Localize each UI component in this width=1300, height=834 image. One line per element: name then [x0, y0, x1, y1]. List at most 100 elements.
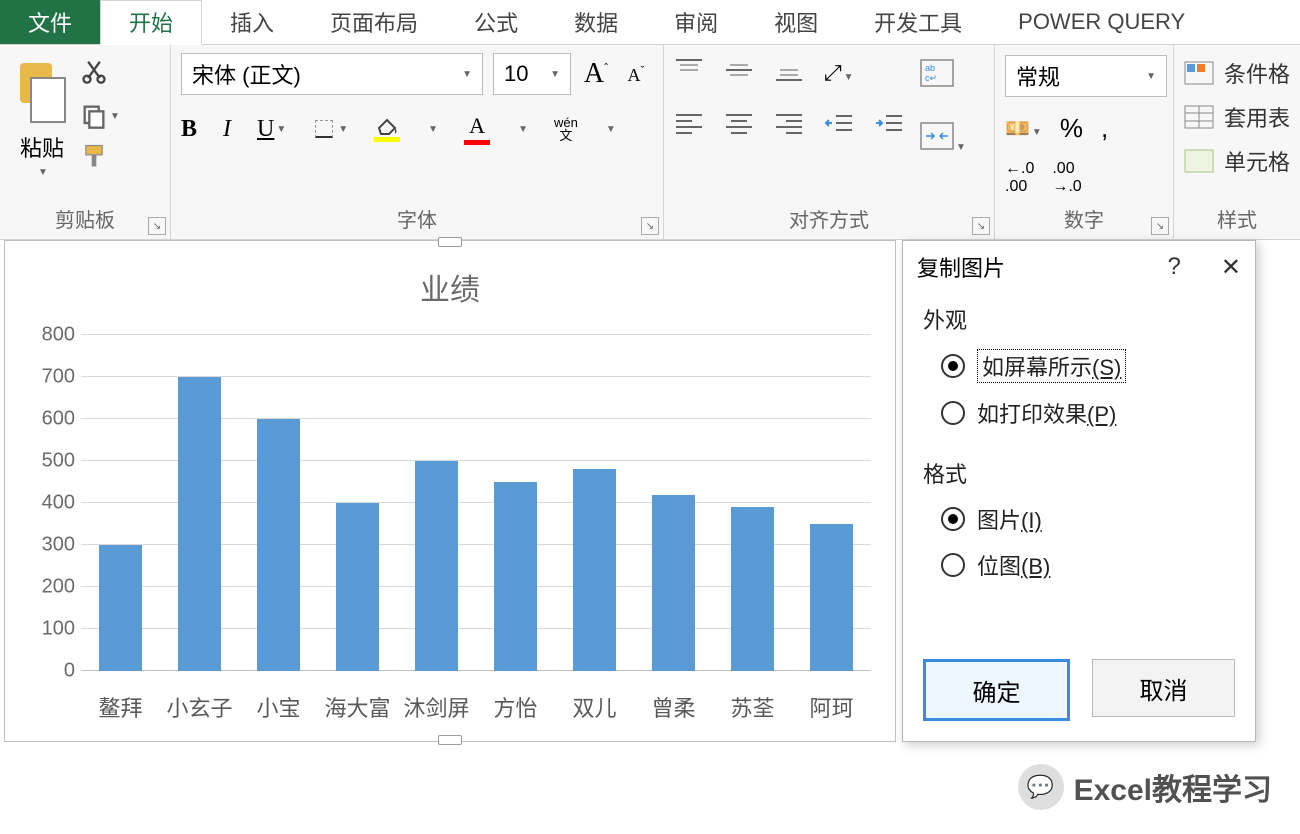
- border-button[interactable]: ▼: [312, 117, 348, 141]
- chevron-down-icon: ▼: [38, 167, 48, 178]
- cell-styles-button[interactable]: 单元格: [1184, 145, 1290, 177]
- font-name-combo[interactable]: 宋体 (正文) ▼: [181, 53, 483, 95]
- cell-styles-label: 单元格: [1224, 145, 1290, 177]
- x-axis-label: 方怡: [476, 691, 555, 723]
- bar[interactable]: [731, 507, 774, 671]
- align-right-button[interactable]: [774, 110, 804, 141]
- x-axis-label: 小宝: [239, 691, 318, 723]
- align-middle-button[interactable]: [724, 57, 754, 88]
- number-launcher[interactable]: ↘: [1151, 217, 1169, 235]
- chevron-down-icon[interactable]: ▼: [518, 124, 528, 135]
- bar[interactable]: [652, 495, 695, 671]
- wrap-text-button[interactable]: abc↵: [920, 59, 966, 92]
- x-axis-label: 鳌拜: [81, 691, 160, 723]
- dialog-title: 复制图片: [917, 251, 1005, 283]
- copy-button[interactable]: ▼: [80, 102, 120, 130]
- group-styles-label: 样式: [1174, 204, 1300, 239]
- watermark-text: Excel教程学习: [1074, 765, 1272, 809]
- group-font-label: 字体: [171, 204, 663, 239]
- tab-file[interactable]: 文件: [0, 0, 100, 44]
- bar[interactable]: [178, 377, 221, 671]
- bar[interactable]: [494, 482, 537, 671]
- format-painter-button[interactable]: [80, 142, 120, 175]
- align-center-button[interactable]: [724, 110, 754, 141]
- chart-title[interactable]: 业绩: [5, 265, 895, 309]
- accounting-format-button[interactable]: 💴▼: [1005, 116, 1042, 141]
- ribbon: 粘贴 ▼ ▼ 剪贴板 ↘: [0, 45, 1300, 240]
- phonetic-bottom: 文: [554, 129, 578, 142]
- merge-center-button[interactable]: ▼: [920, 122, 966, 155]
- chart-object[interactable]: 业绩 0100200300400500600700800 鳌拜小玄子小宝海大富沐…: [4, 240, 896, 742]
- tab-developer[interactable]: 开发工具: [846, 0, 990, 44]
- svg-text:ab: ab: [925, 63, 935, 73]
- ok-button[interactable]: 确定: [923, 659, 1070, 721]
- cancel-button[interactable]: 取消: [1092, 659, 1235, 717]
- tab-insert[interactable]: 插入: [202, 0, 302, 44]
- tab-view[interactable]: 视图: [746, 0, 846, 44]
- tab-power-query[interactable]: POWER QUERY: [990, 0, 1213, 44]
- percent-button[interactable]: %: [1060, 113, 1083, 144]
- alignment-launcher[interactable]: ↘: [972, 217, 990, 235]
- decrease-decimal-button[interactable]: .00→.0: [1052, 160, 1081, 196]
- radio-icon: [941, 354, 965, 378]
- italic-button[interactable]: I: [223, 116, 231, 143]
- appearance-print-radio[interactable]: 如打印效果(P): [941, 397, 1235, 429]
- tab-home[interactable]: 开始: [100, 0, 202, 45]
- fill-color-button[interactable]: [374, 116, 400, 142]
- tab-data[interactable]: 数据: [546, 0, 646, 44]
- grow-font-button[interactable]: Aˆ: [581, 59, 611, 89]
- bar[interactable]: [415, 461, 458, 671]
- bar[interactable]: [99, 545, 142, 671]
- increase-decimal-button[interactable]: ←.0.00: [1005, 160, 1034, 196]
- align-top-button[interactable]: [674, 57, 704, 88]
- format-as-table-button[interactable]: 套用表: [1184, 101, 1290, 133]
- number-format-combo[interactable]: 常规 ▼: [1005, 55, 1167, 97]
- x-axis-label: 阿珂: [792, 691, 871, 723]
- font-size-combo[interactable]: 10 ▼: [493, 53, 571, 95]
- decrease-indent-button[interactable]: [824, 110, 854, 141]
- appearance-screen-radio[interactable]: 如屏幕所示(S): [941, 349, 1235, 383]
- dialog-help-button[interactable]: ?: [1168, 253, 1181, 282]
- align-bottom-button[interactable]: [774, 57, 804, 88]
- phonetic-guide-button[interactable]: wén 文: [554, 116, 578, 142]
- shrink-font-button[interactable]: Aˇ: [621, 59, 651, 89]
- copy-picture-dialog: 复制图片 ? ✕ 外观 如屏幕所示(S) 如打印效果(P) 格式 图片(I) 位…: [902, 240, 1256, 742]
- bar[interactable]: [573, 469, 616, 671]
- chart-x-axis: 鳌拜小玄子小宝海大富沐剑屏方怡双儿曾柔苏荃阿珂: [81, 691, 871, 723]
- chevron-down-icon: ▼: [550, 69, 560, 80]
- cut-button[interactable]: [80, 57, 120, 90]
- y-axis-tick: 0: [19, 660, 75, 683]
- tab-formula[interactable]: 公式: [446, 0, 546, 44]
- format-bitmap-radio[interactable]: 位图(B): [941, 549, 1235, 581]
- chevron-down-icon[interactable]: ▼: [606, 124, 616, 135]
- format-picture-radio[interactable]: 图片(I): [941, 503, 1235, 535]
- chart-resize-handle-top[interactable]: [438, 237, 462, 247]
- x-axis-label: 小玄子: [160, 691, 239, 723]
- bar[interactable]: [336, 503, 379, 671]
- bar-slot: [476, 335, 555, 671]
- font-color-button[interactable]: A: [464, 113, 490, 145]
- bar[interactable]: [810, 524, 853, 671]
- increase-indent-button[interactable]: [874, 110, 904, 141]
- clipboard-launcher[interactable]: ↘: [148, 217, 166, 235]
- conditional-formatting-button[interactable]: 条件格: [1184, 57, 1290, 89]
- orientation-button[interactable]: ⤢▼: [824, 60, 854, 86]
- paste-button[interactable]: 粘贴 ▼: [10, 53, 74, 182]
- underline-button[interactable]: U▼: [257, 116, 286, 143]
- chevron-down-icon: ▼: [462, 69, 472, 80]
- bold-button[interactable]: B: [181, 116, 197, 143]
- align-left-button[interactable]: [674, 110, 704, 141]
- chart-resize-handle-bottom[interactable]: [438, 735, 462, 745]
- comma-style-button[interactable]: ,: [1101, 113, 1108, 144]
- font-launcher[interactable]: ↘: [641, 217, 659, 235]
- bar-slot: [318, 335, 397, 671]
- chart-plot-area[interactable]: 0100200300400500600700800: [81, 335, 871, 671]
- y-axis-tick: 300: [19, 534, 75, 557]
- dialog-close-button[interactable]: ✕: [1221, 253, 1241, 282]
- bar[interactable]: [257, 419, 300, 671]
- tab-page-layout[interactable]: 页面布局: [302, 0, 446, 44]
- font-size-value: 10: [504, 61, 528, 87]
- y-axis-tick: 200: [19, 576, 75, 599]
- chevron-down-icon[interactable]: ▼: [428, 124, 438, 135]
- tab-review[interactable]: 审阅: [646, 0, 746, 44]
